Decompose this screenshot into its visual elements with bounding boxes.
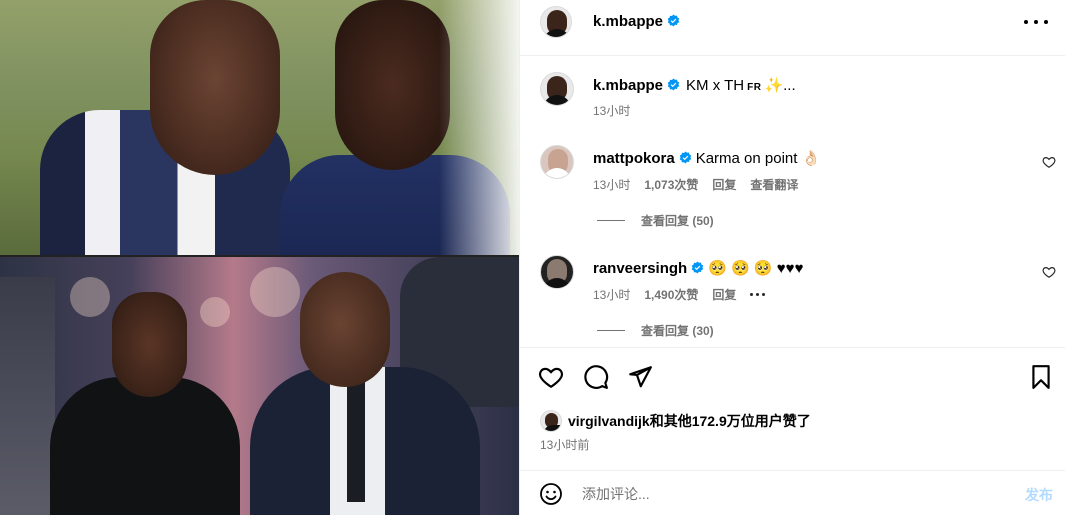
emoji-picker-icon[interactable] <box>539 482 563 506</box>
caption-text: KM x TH FR ✨... <box>686 77 796 94</box>
comment-bubble-icon[interactable] <box>583 364 609 390</box>
post-media[interactable] <box>0 0 519 515</box>
caption-author-username[interactable]: k.mbappe <box>593 77 680 94</box>
commenter-username[interactable]: mattpokora <box>593 150 675 167</box>
reply-button[interactable]: 回复 <box>712 286 736 303</box>
liker-avatar <box>540 410 562 432</box>
caption-author-avatar[interactable] <box>540 72 574 106</box>
photo-gala <box>0 257 519 515</box>
comment-item: mattpokora Karma on point 👌🏻 13小时 1,073次赞… <box>520 145 1065 240</box>
comment-likes[interactable]: 1,073次赞 <box>644 176 698 193</box>
comment-text: Karma on point 👌🏻 <box>695 150 821 167</box>
sparkle-emoji: ✨ <box>764 77 784 94</box>
commenter-username[interactable]: ranveersingh <box>593 260 687 277</box>
view-replies-button[interactable]: 查看回复 (50) <box>597 212 714 229</box>
add-comment-bar: 发布 <box>520 470 1065 515</box>
comment-time: 13小时 <box>593 288 631 302</box>
post-caption: k.mbappe KM x TH FR ✨... 13小时 <box>520 70 1065 130</box>
comment-input[interactable] <box>582 481 982 507</box>
likes-count-text[interactable]: 和其他172.9万位用户赞了 <box>650 411 811 431</box>
author-username[interactable]: k.mbappe <box>593 13 680 30</box>
like-heart-icon[interactable] <box>538 364 564 390</box>
comment-item: ranveersingh 🥺 🥺 🥺 ♥♥♥ 13小时 1,490次赞 回复 查看… <box>520 255 1065 350</box>
likes-summary[interactable]: virgilvandijk 和其他172.9万位用户赞了 <box>540 410 811 432</box>
commenter-avatar[interactable] <box>540 255 574 289</box>
comment-likes[interactable]: 1,490次赞 <box>644 286 698 303</box>
comment-like-heart-icon[interactable] <box>1042 265 1056 279</box>
author-username-text[interactable]: k.mbappe <box>593 13 663 30</box>
comment-time: 13小时 <box>593 178 631 192</box>
post-comment-button[interactable]: 发布 <box>1025 485 1053 505</box>
post-header: k.mbappe <box>520 0 1065 56</box>
see-translation-button[interactable]: 查看翻译 <box>750 176 798 193</box>
post-date: 13小时前 <box>540 438 590 452</box>
comment-meta: 13小时 1,490次赞 回复 <box>593 286 766 303</box>
bookmark-save-icon[interactable] <box>1028 364 1054 390</box>
share-send-icon[interactable] <box>627 364 653 390</box>
verified-badge-icon <box>667 14 680 27</box>
verified-badge-icon <box>679 151 691 164</box>
comment-line: mattpokora Karma on point 👌🏻 <box>593 149 820 167</box>
verified-badge-icon <box>692 261 704 274</box>
caption-line: k.mbappe KM x TH FR ✨... <box>593 76 796 94</box>
verified-badge-icon <box>667 78 680 91</box>
photo-childhood <box>0 0 519 255</box>
comment-line: ranveersingh 🥺 🥺 🥺 ♥♥♥ <box>593 259 803 277</box>
comment-meta: 13小时 1,073次赞 回复 查看翻译 <box>593 176 798 193</box>
commenter-avatar[interactable] <box>540 145 574 179</box>
more-options-button[interactable] <box>1024 14 1048 30</box>
post-actions-bar <box>520 347 1065 407</box>
comment-more-icon[interactable] <box>750 286 766 303</box>
liker-username[interactable]: virgilvandijk <box>568 413 650 429</box>
view-replies-button[interactable]: 查看回复 (30) <box>597 322 714 339</box>
author-avatar[interactable] <box>540 6 572 38</box>
comment-text: 🥺 🥺 🥺 ♥♥♥ <box>708 260 804 277</box>
comment-like-heart-icon[interactable] <box>1042 155 1056 169</box>
post-side-panel: k.mbappe k.mbappe KM x TH FR ✨... 13小时 matt… <box>519 0 1065 515</box>
reply-button[interactable]: 回复 <box>712 176 736 193</box>
caption-time: 13小时 <box>593 104 631 118</box>
flag-fr: FR <box>747 82 762 93</box>
instagram-post-view: k.mbappe k.mbappe KM x TH FR ✨... 13小时 matt… <box>0 0 1065 515</box>
